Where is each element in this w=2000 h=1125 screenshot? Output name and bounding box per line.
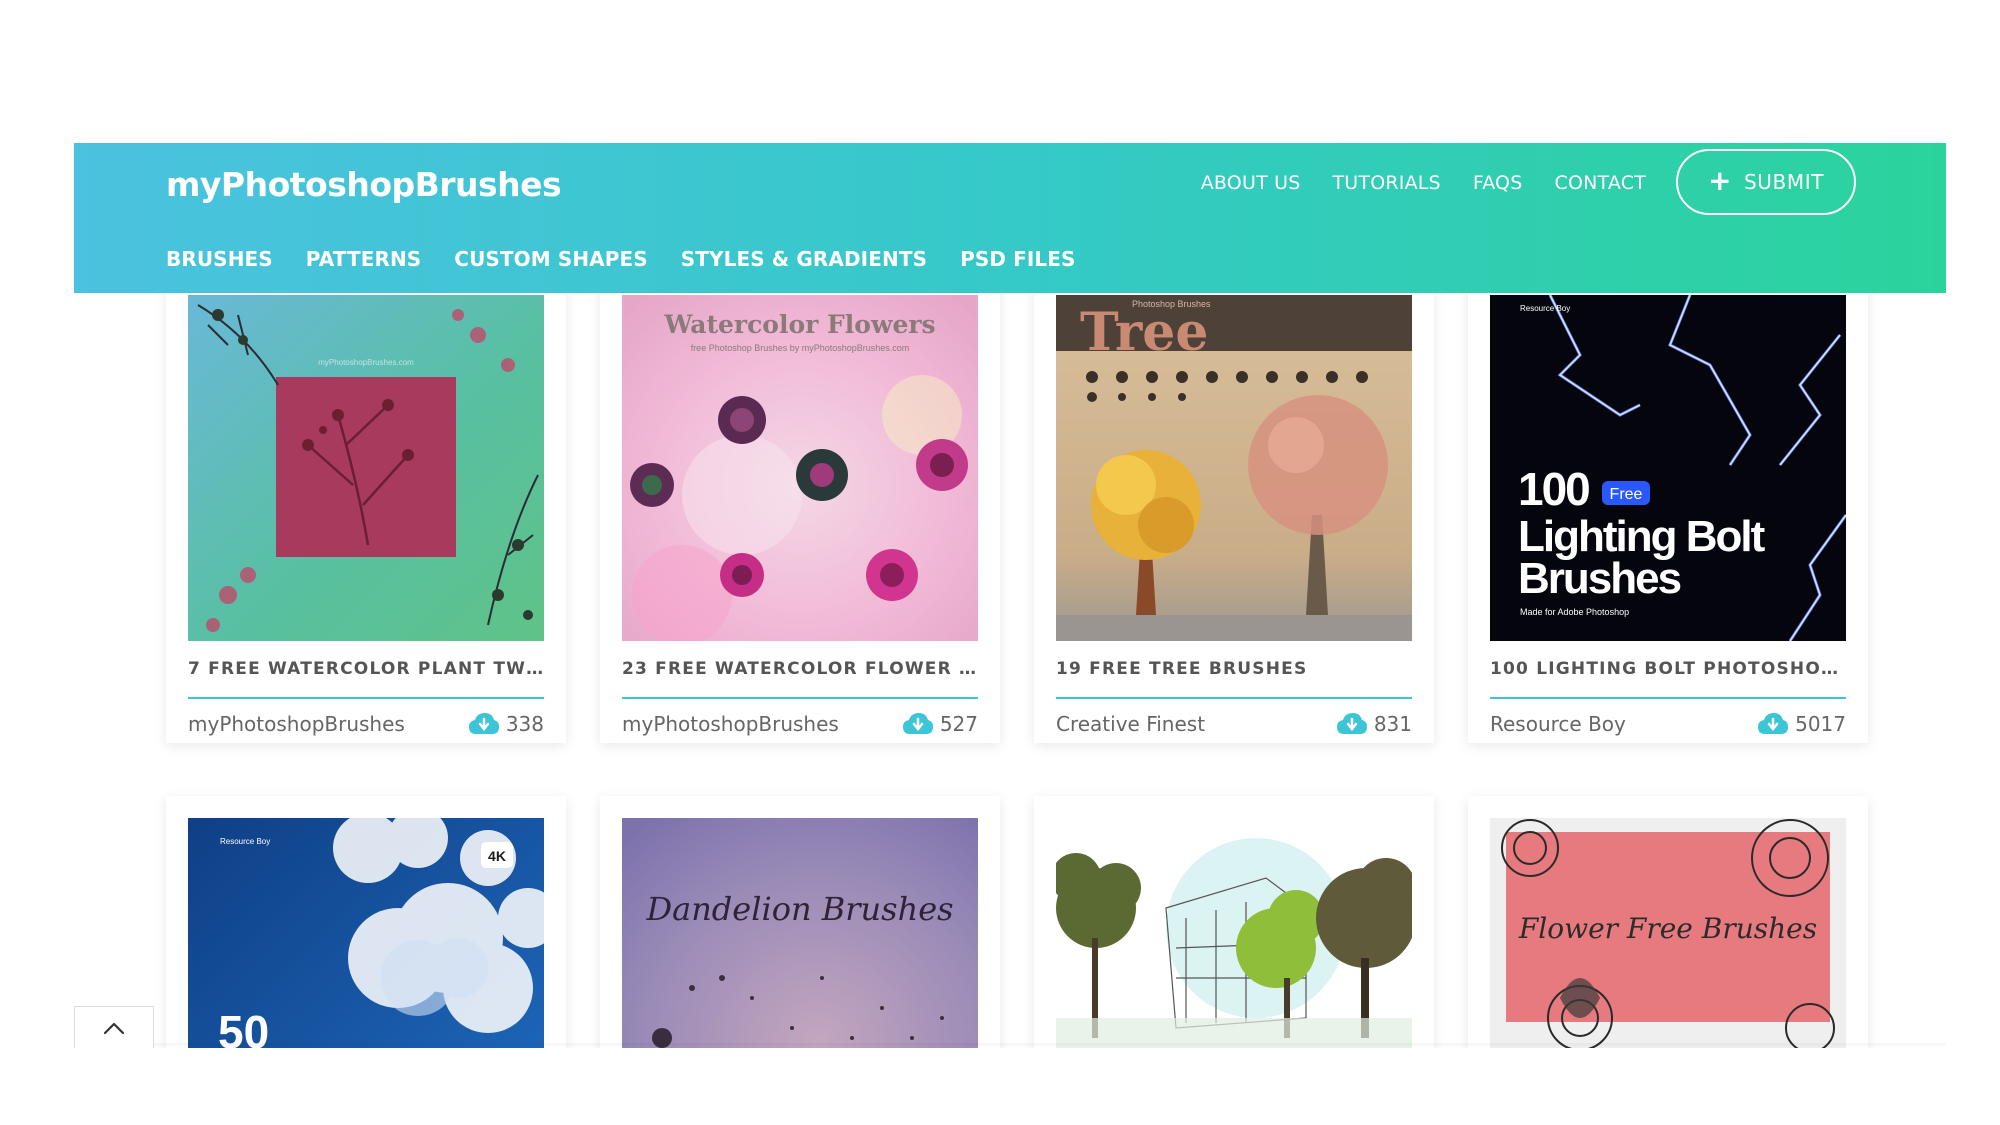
card-thumbnail[interactable] — [1056, 818, 1412, 1048]
download-count-value: 831 — [1373, 712, 1412, 736]
card-thumbnail[interactable]: Watercolor Flowers free Photoshop Brushe… — [622, 295, 978, 641]
category-styles-gradients[interactable]: STYLES & GRADIENTS — [681, 244, 927, 274]
site-logo[interactable]: myPhotoshopBrushes — [166, 163, 562, 207]
cloud-download-icon — [1336, 713, 1367, 734]
chevron-up-icon — [103, 1022, 125, 1034]
thumb-title: Flower Free Brushes — [1518, 912, 1817, 945]
download-count-value: 338 — [505, 712, 544, 736]
card-author[interactable]: Resource Boy — [1490, 709, 1626, 739]
card-title[interactable]: 19 FREE TREE BRUSHES — [1056, 659, 1412, 679]
brush-card[interactable]: myPhotoshopBrushes.com 7 FREE WATERCOLOR… — [166, 273, 566, 743]
card-thumbnail[interactable]: Dandelion Brushes — [622, 818, 978, 1048]
card-author[interactable]: myPhotoshopBrushes — [622, 709, 839, 739]
brush-card[interactable]: Resource Boy 100 Free Lighting Bolt Brus… — [1468, 273, 1868, 743]
download-count-value: 5017 — [1795, 712, 1846, 736]
download-count: 831 — [1336, 709, 1412, 739]
submit-button[interactable]: + SUBMIT — [1676, 149, 1856, 215]
thumb-title: Dandelion Brushes — [645, 890, 953, 928]
viewport-edge — [74, 1043, 1946, 1048]
card-author[interactable]: myPhotoshopBrushes — [188, 709, 405, 739]
thumb-caption: Made for Adobe Photoshop — [1520, 607, 1629, 617]
nav-tutorials[interactable]: TUTORIALS — [1332, 168, 1440, 198]
thumb-badge: Free — [1610, 486, 1643, 503]
category-patterns[interactable]: PATTERNS — [306, 244, 422, 274]
category-brushes[interactable]: BRUSHES — [166, 244, 273, 274]
dandelion-image: Dandelion Brushes — [622, 818, 978, 1048]
lightning-bolt-image: Resource Boy 100 Free Lighting Bolt Brus… — [1490, 295, 1846, 641]
site-header: myPhotoshopBrushes ABOUT US TUTORIALS FA… — [74, 143, 1946, 293]
card-divider — [622, 697, 978, 699]
category-nav: BRUSHES PATTERNS CUSTOM SHAPES STYLES & … — [166, 244, 1076, 274]
plus-icon: + — [1707, 163, 1733, 197]
watercolor-flowers-image: Watercolor Flowers free Photoshop Brushe… — [622, 295, 978, 641]
card-thumbnail[interactable]: Flower Free Brushes — [1490, 818, 1846, 1048]
card-thumbnail[interactable]: Photoshop Brushes Tree — [1056, 295, 1412, 641]
nav-about-us[interactable]: ABOUT US — [1201, 168, 1301, 198]
card-thumbnail[interactable]: Resource Boy 100 Free Lighting Bolt Brus… — [1490, 295, 1846, 641]
category-psd-files[interactable]: PSD FILES — [960, 244, 1075, 274]
brush-card[interactable]: Dandelion Brushes — [600, 796, 1000, 1048]
brush-card[interactable]: Resource Boy 4K 50 — [166, 796, 566, 1048]
thumb-title: Tree — [1080, 302, 1208, 363]
thumb-brand: Resource Boy — [1520, 304, 1570, 313]
thumb-watermark: myPhotoshopBrushes.com — [318, 358, 414, 367]
thumb-badge: 4K — [488, 848, 506, 864]
card-title[interactable]: 23 FREE WATERCOLOR FLOWER BRUSHES — [622, 659, 978, 679]
tree-brushes-image: Photoshop Brushes Tree — [1056, 295, 1412, 641]
card-divider — [1056, 697, 1412, 699]
card-author[interactable]: Creative Finest — [1056, 709, 1205, 739]
submit-label: SUBMIT — [1744, 170, 1825, 194]
card-thumbnail[interactable]: Resource Boy 4K 50 — [188, 818, 544, 1048]
thumb-title-line2: Brushes — [1518, 554, 1681, 603]
card-title[interactable]: 7 FREE WATERCOLOR PLANT TWIGS BRUSHES — [188, 659, 544, 679]
brush-card[interactable]: Watercolor Flowers free Photoshop Brushe… — [600, 273, 1000, 743]
thumb-brand: Resource Boy — [220, 837, 270, 846]
card-divider — [188, 697, 544, 699]
thumb-number: 100 — [1518, 463, 1589, 515]
flower-brushes-image: Flower Free Brushes — [1490, 818, 1846, 1048]
download-count-value: 527 — [939, 712, 978, 736]
thumb-subtitle: free Photoshop Brushes by myPhotoshopBru… — [691, 343, 910, 353]
download-count: 338 — [468, 709, 544, 739]
scroll-to-top-button[interactable] — [74, 1006, 154, 1048]
brush-card[interactable]: Flower Free Brushes — [1468, 796, 1868, 1048]
download-count: 5017 — [1757, 709, 1846, 739]
nav-faqs[interactable]: FAQS — [1473, 168, 1523, 198]
thumb-number: 50 — [218, 1006, 269, 1048]
cloud-download-icon — [1758, 713, 1789, 734]
card-title[interactable]: 100 LIGHTING BOLT PHOTOSHOP BRUSHES — [1490, 659, 1846, 679]
cloud-download-icon — [902, 713, 933, 734]
browser-page: myPhotoshopBrushes ABOUT US TUTORIALS FA… — [74, 143, 1946, 1048]
nav-contact[interactable]: CONTACT — [1554, 168, 1646, 198]
category-custom-shapes[interactable]: CUSTOM SHAPES — [454, 244, 647, 274]
brush-card[interactable]: Photoshop Brushes Tree 19 FREE TREE BRUS… — [1034, 273, 1434, 743]
watercolor-twigs-image: myPhotoshopBrushes.com — [188, 295, 544, 641]
card-divider — [1490, 697, 1846, 699]
brush-card[interactable] — [1034, 796, 1434, 1048]
download-count: 527 — [902, 709, 978, 739]
cloud-download-icon — [468, 713, 499, 734]
architecture-trees-image — [1056, 818, 1412, 1048]
top-nav: ABOUT US TUTORIALS FAQS CONTACT — [1201, 168, 1646, 198]
thumb-title: Watercolor Flowers — [663, 310, 935, 339]
clouds-image: Resource Boy 4K 50 — [188, 818, 544, 1048]
card-thumbnail[interactable]: myPhotoshopBrushes.com — [188, 295, 544, 641]
